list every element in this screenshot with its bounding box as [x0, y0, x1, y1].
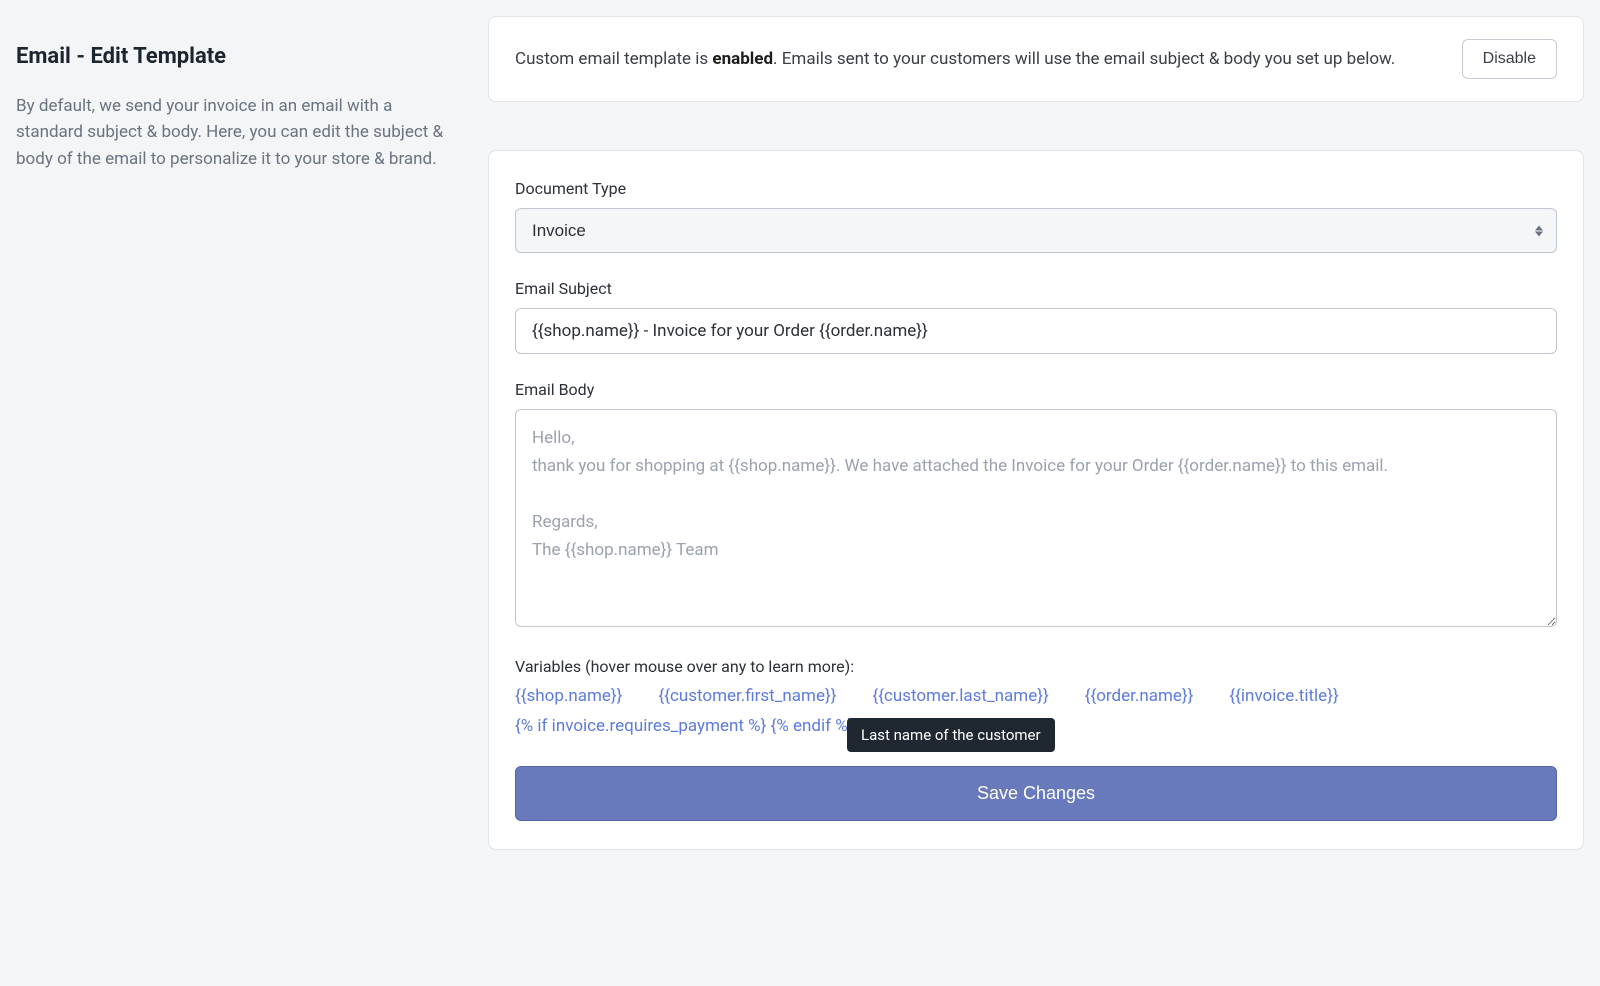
variables-label: Variables (hover mouse over any to learn… [515, 657, 1557, 676]
variable-if-requires-payment[interactable]: {% if invoice.requires_payment %} {% end… [515, 716, 853, 736]
variable-shop-name[interactable]: {{shop.name}} [515, 686, 622, 706]
email-body-field: Email Body [515, 380, 1557, 631]
email-subject-input[interactable] [515, 308, 1557, 354]
variable-tooltip: Last name of the customer [847, 718, 1055, 752]
variable-invoice-title[interactable]: {{invoice.title}} [1229, 686, 1338, 706]
document-type-select[interactable]: Invoice [515, 208, 1557, 253]
document-type-select-wrap: Invoice [515, 208, 1557, 253]
variable-order-name[interactable]: {{order.name}} [1085, 686, 1194, 706]
email-subject-field: Email Subject [515, 279, 1557, 354]
main-column: Custom email template is enabled. Emails… [488, 16, 1584, 850]
variable-customer-first-name[interactable]: {{customer.first_name}} [658, 686, 836, 706]
status-card: Custom email template is enabled. Emails… [488, 16, 1584, 102]
status-text: Custom email template is enabled. Emails… [515, 46, 1438, 72]
variables-section: Variables (hover mouse over any to learn… [515, 657, 1557, 736]
variables-row: {{shop.name}} {{customer.first_name}} {{… [515, 686, 1557, 736]
email-body-label: Email Body [515, 380, 1557, 399]
status-suffix: . Emails sent to your customers will use… [773, 49, 1395, 69]
form-card: Document Type Invoice Email Subject Emai… [488, 150, 1584, 850]
email-subject-label: Email Subject [515, 279, 1557, 298]
email-body-textarea[interactable] [515, 409, 1557, 627]
status-prefix: Custom email template is [515, 49, 712, 69]
document-type-label: Document Type [515, 179, 1557, 198]
document-type-field: Document Type Invoice [515, 179, 1557, 253]
status-enabled-word: enabled [712, 49, 773, 69]
page-title: Email - Edit Template [16, 44, 456, 69]
disable-button[interactable]: Disable [1462, 39, 1557, 79]
variable-customer-last-name[interactable]: {{customer.last_name}} [872, 686, 1048, 706]
sidebar-column: Email - Edit Template By default, we sen… [16, 16, 456, 850]
page-layout: Email - Edit Template By default, we sen… [16, 16, 1584, 850]
save-changes-button[interactable]: Save Changes [515, 766, 1557, 821]
page-description: By default, we send your invoice in an e… [16, 93, 456, 172]
